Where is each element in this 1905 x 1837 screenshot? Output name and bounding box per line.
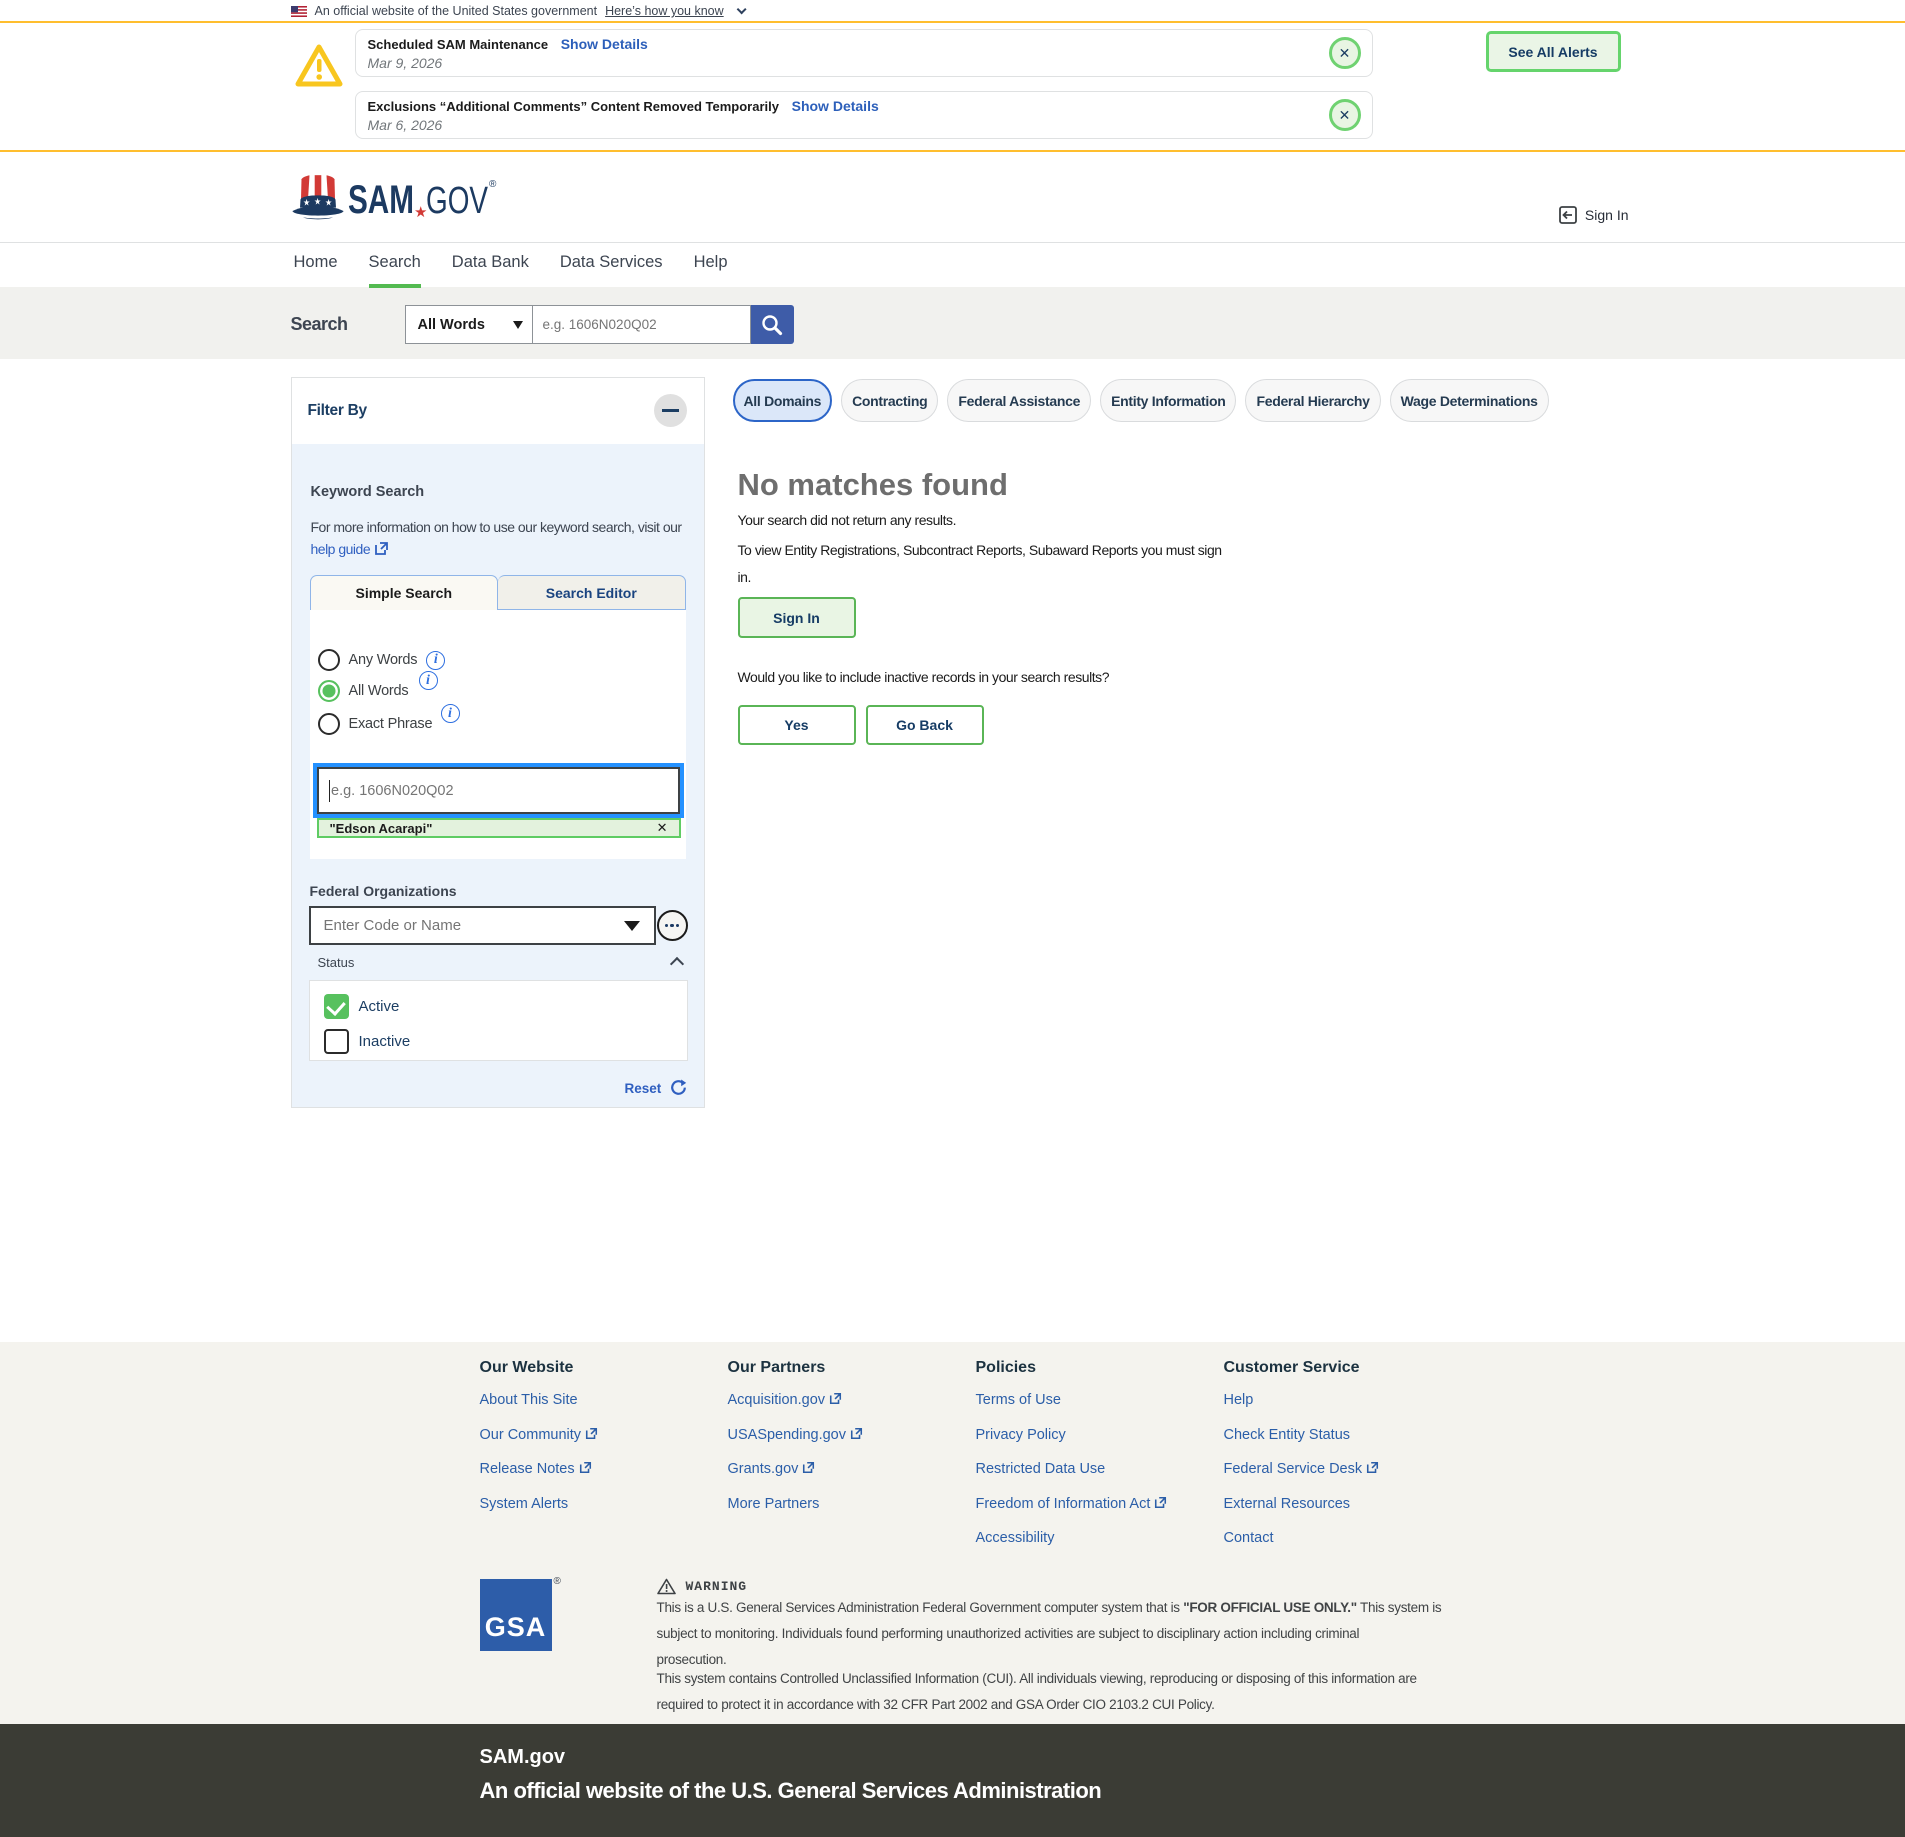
- svg-text:®: ®: [489, 179, 497, 190]
- svg-text:SAM: SAM: [348, 178, 414, 221]
- svg-text:★: ★: [325, 197, 332, 208]
- svg-text:GOV: GOV: [426, 180, 488, 221]
- svg-text:★: ★: [314, 196, 321, 207]
- svg-text:★: ★: [303, 197, 310, 208]
